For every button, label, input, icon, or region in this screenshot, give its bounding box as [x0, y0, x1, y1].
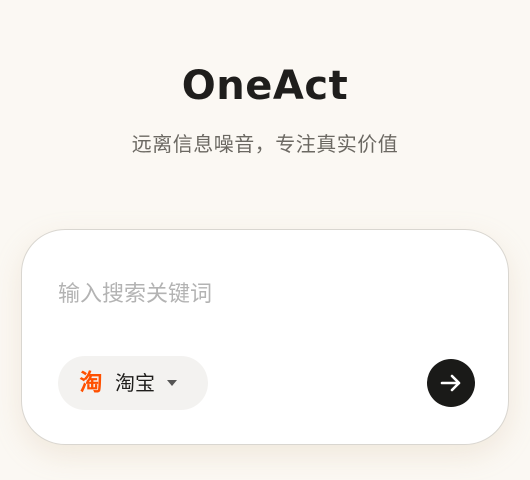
search-card: 淘 淘宝: [21, 229, 509, 445]
submit-search-button[interactable]: [427, 359, 475, 407]
platform-select[interactable]: 淘 淘宝: [58, 356, 208, 410]
arrow-right-icon: [440, 374, 461, 392]
platform-label: 淘宝: [115, 371, 155, 395]
app-tagline: 远离信息噪音，专注真实价值: [131, 132, 399, 156]
search-input[interactable]: [58, 274, 458, 314]
chevron-down-icon: [167, 380, 177, 386]
taobao-icon: 淘: [79, 370, 103, 396]
app-title: OneAct: [181, 63, 349, 109]
